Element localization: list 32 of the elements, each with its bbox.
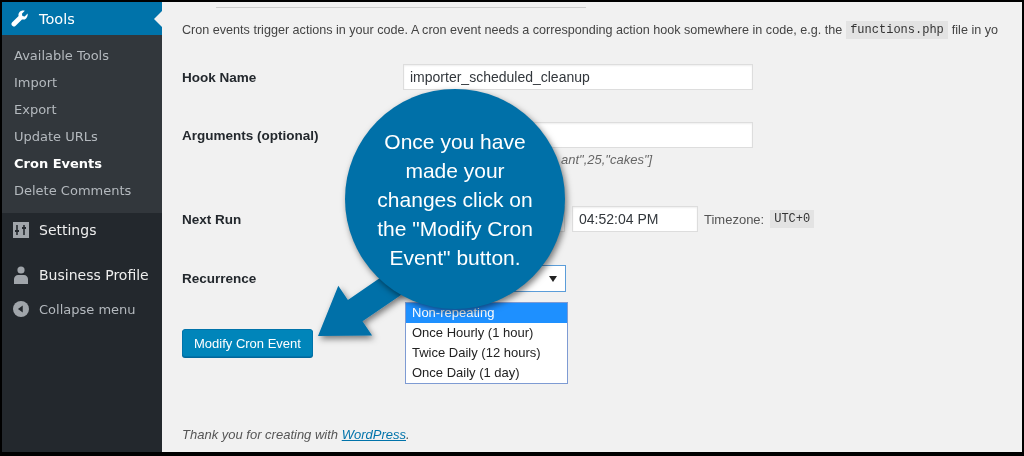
menu-item[interactable]: Settings <box>2 213 162 247</box>
field-label: Hook Name <box>182 69 257 85</box>
field-label: Recurrence <box>182 271 257 286</box>
intro-text: file in yo <box>951 23 998 37</box>
field-label: Arguments (optional) <box>182 127 319 143</box>
sliders-icon <box>13 222 29 238</box>
intro-text: Cron events trigger actions in your code. A cron event needs a corresponding action hook somewhere in code, e.g. the <box>182 23 843 37</box>
modify-button[interactable]: Modify Cron Event <box>182 329 313 357</box>
timezone-label: Timezone: <box>704 211 765 227</box>
submenu-item[interactable]: Export <box>2 96 162 123</box>
timezone-value: UTC+0 <box>770 210 815 228</box>
person-icon <box>13 266 29 284</box>
field-label: Next Run <box>182 211 242 227</box>
wrench-icon <box>10 8 30 29</box>
menu-item[interactable]: Collapse menu <box>2 292 162 326</box>
submenu-item[interactable]: Delete Comments <box>2 177 162 204</box>
input-field[interactable]: importer_scheduled_cleanup <box>403 64 753 90</box>
submenu-item[interactable]: Import <box>2 69 162 96</box>
menu-item[interactable]: Business Profile <box>2 258 162 292</box>
collapse-icon <box>13 300 29 318</box>
time-field[interactable]: 04:52:04 PM <box>572 206 698 232</box>
submenu-item[interactable]: Available Tools <box>2 42 162 69</box>
footer-text: Thank you for creating with WordPress. <box>182 427 410 442</box>
code-text: functions.php <box>846 21 948 39</box>
submenu-item[interactable]: Update URLs <box>2 123 162 150</box>
dropdown-option[interactable]: Once Hourly (1 hour) <box>406 323 567 343</box>
dropdown-option[interactable]: Twice Daily (12 hours) <box>406 343 567 363</box>
caret-icon <box>549 275 557 282</box>
submenu-item[interactable]: Cron Events <box>2 150 162 177</box>
dropdown-option[interactable]: Once Daily (1 day) <box>406 363 567 383</box>
wordpress-link[interactable]: WordPress <box>341 427 406 442</box>
menu-header[interactable]: Tools <box>2 2 162 35</box>
